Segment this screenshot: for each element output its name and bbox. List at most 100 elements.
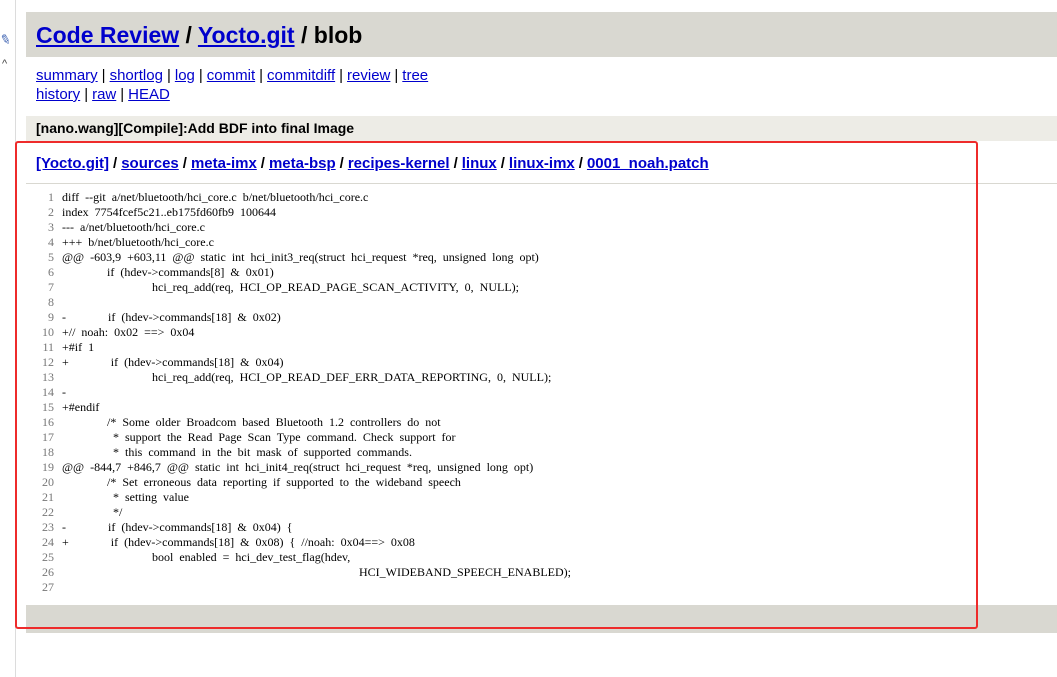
code-text: + if (hdev->commands[18] & 0x08) { //noa… — [62, 535, 415, 549]
nav-link-history[interactable]: history — [36, 86, 80, 103]
line-number[interactable]: 9 — [26, 310, 62, 325]
line-number[interactable]: 6 — [26, 265, 62, 280]
nav-separator: | — [339, 67, 344, 84]
code-line: 3 --- a/net/bluetooth/hci_core.c — [26, 220, 1057, 235]
code-line: 18 * this command in the bit mask of sup… — [26, 445, 1057, 460]
line-number[interactable]: 22 — [26, 505, 62, 520]
code-text: /* Some older Broadcom based Bluetooth 1… — [62, 415, 441, 429]
line-number[interactable]: 17 — [26, 430, 62, 445]
path-segment[interactable]: [Yocto.git] — [36, 155, 109, 172]
line-number[interactable]: 16 — [26, 415, 62, 430]
nav-link-review[interactable]: review — [347, 67, 390, 84]
line-number[interactable]: 20 — [26, 475, 62, 490]
line-number[interactable]: 27 — [26, 580, 62, 595]
code-text: +#if 1 — [62, 340, 95, 354]
line-number[interactable]: 23 — [26, 520, 62, 535]
line-number[interactable]: 21 — [26, 490, 62, 505]
code-line: 12 + if (hdev->commands[18] & 0x04) — [26, 355, 1057, 370]
code-text: /* Set erroneous data reporting if suppo… — [62, 475, 461, 489]
code-line: 9- if (hdev->commands[18] & 0x02) — [26, 310, 1057, 325]
page-header: Code Review / Yocto.git / blob — [26, 12, 1057, 57]
line-number[interactable]: 1 — [26, 190, 62, 205]
code-line: 2 index 7754fcef5c21..eb175fd60fb9 100644 — [26, 205, 1057, 220]
path-separator: / — [113, 155, 118, 172]
code-text: @@ -844,7 +846,7 @@ static int hci_init4… — [62, 460, 534, 474]
nav-link-head[interactable]: HEAD — [128, 86, 170, 103]
line-number[interactable]: 4 — [26, 235, 62, 250]
code-line: 26 HCI_WIDEBAND_SPEECH_ENABLED); — [26, 565, 1057, 580]
code-line: 17 * support the Read Page Scan Type com… — [26, 430, 1057, 445]
line-number[interactable]: 14 — [26, 385, 62, 400]
project-link[interactable]: Code Review — [36, 22, 179, 48]
code-line: 25 bool enabled = hci_dev_test_flag(hdev… — [26, 550, 1057, 565]
path-separator: / — [453, 155, 458, 172]
path-separator: / — [339, 155, 344, 172]
code-line: 4 +++ b/net/bluetooth/hci_core.c — [26, 235, 1057, 250]
code-line: 11 +#if 1 — [26, 340, 1057, 355]
chevron-up-icon[interactable]: ^ — [2, 58, 7, 70]
code-text: - — [62, 385, 66, 399]
path-segment[interactable]: meta-bsp — [269, 155, 336, 172]
nav-separator: | — [394, 67, 399, 84]
path-segment[interactable]: sources — [121, 155, 179, 172]
pen-icon[interactable]: ✎ — [0, 31, 13, 49]
nav-link-commitdiff[interactable]: commitdiff — [267, 67, 335, 84]
repo-link[interactable]: Yocto.git — [198, 22, 295, 48]
nav-separator: | — [120, 86, 125, 103]
commit-title[interactable]: [nano.wang][Compile]:Add BDF into final … — [36, 120, 354, 136]
line-number[interactable]: 11 — [26, 340, 62, 355]
code-line: 23- if (hdev->commands[18] & 0x04) { — [26, 520, 1057, 535]
code-line: 1 diff --git a/net/bluetooth/hci_core.c b… — [26, 190, 1057, 205]
code-line: 27 — [26, 580, 1057, 595]
line-number[interactable]: 26 — [26, 565, 62, 580]
line-number[interactable]: 18 — [26, 445, 62, 460]
nav-separator: | — [101, 67, 106, 84]
header-action: blob — [313, 22, 363, 48]
line-number[interactable]: 3 — [26, 220, 62, 235]
header-separator: / — [300, 22, 314, 48]
path-separator: / — [260, 155, 265, 172]
code-line: 13 hci_req_add(req, HCI_OP_READ_DEF_ERR_… — [26, 370, 1057, 385]
line-number[interactable]: 8 — [26, 295, 62, 310]
path-segment[interactable]: recipes-kernel — [348, 155, 450, 172]
page-footer — [26, 605, 1057, 633]
nav-row-2: history | raw | HEAD — [36, 85, 428, 104]
line-number[interactable]: 12 — [26, 355, 62, 370]
line-number[interactable]: 25 — [26, 550, 62, 565]
nav-link-log[interactable]: log — [175, 67, 195, 84]
code-text: * this command in the bit mask of suppor… — [62, 445, 412, 459]
nav-link-shortlog[interactable]: shortlog — [110, 67, 163, 84]
code-line: 10 +// noah: 0x02 ==> 0x04 — [26, 325, 1057, 340]
line-number[interactable]: 19 — [26, 460, 62, 475]
line-number[interactable]: 10 — [26, 325, 62, 340]
code-line: 20 /* Set erroneous data reporting if su… — [26, 475, 1057, 490]
path-segment[interactable]: meta-imx — [191, 155, 257, 172]
line-number[interactable]: 24 — [26, 535, 62, 550]
code-text: bool enabled = hci_dev_test_flag(hdev, — [62, 550, 351, 564]
nav-link-commit[interactable]: commit — [207, 67, 255, 84]
path-segment[interactable]: 0001_noah.patch — [587, 155, 709, 172]
code-text: if (hdev->commands[8] & 0x01) — [62, 265, 274, 279]
code-line: 6 if (hdev->commands[8] & 0x01) — [26, 265, 1057, 280]
line-number[interactable]: 15 — [26, 400, 62, 415]
nav-separator: | — [84, 86, 89, 103]
line-number[interactable]: 5 — [26, 250, 62, 265]
path-segment[interactable]: linux-imx — [509, 155, 575, 172]
line-number[interactable]: 7 — [26, 280, 62, 295]
line-number[interactable]: 2 — [26, 205, 62, 220]
code-listing: 1 diff --git a/net/bluetooth/hci_core.c b… — [26, 190, 1057, 595]
nav-link-raw[interactable]: raw — [92, 86, 116, 103]
code-text: diff --git a/net/bluetooth/hci_core.c b/… — [62, 190, 369, 204]
gitweb-page: Code Review / Yocto.git / blob summary | s… — [26, 0, 1057, 677]
nav-link-summary[interactable]: summary — [36, 67, 98, 84]
code-text: +++ b/net/bluetooth/hci_core.c — [62, 235, 214, 249]
path-separator: / — [182, 155, 187, 172]
code-text: - if (hdev->commands[18] & 0x02) — [62, 310, 281, 324]
path-segment[interactable]: linux — [462, 155, 497, 172]
nav-separator: | — [198, 67, 203, 84]
left-side-strip: ✎ ^ — [0, 0, 16, 677]
nav-link-tree[interactable]: tree — [402, 67, 428, 84]
code-text: HCI_WIDEBAND_SPEECH_ENABLED); — [62, 565, 571, 579]
commit-title-bar: [nano.wang][Compile]:Add BDF into final … — [26, 116, 1057, 141]
line-number[interactable]: 13 — [26, 370, 62, 385]
